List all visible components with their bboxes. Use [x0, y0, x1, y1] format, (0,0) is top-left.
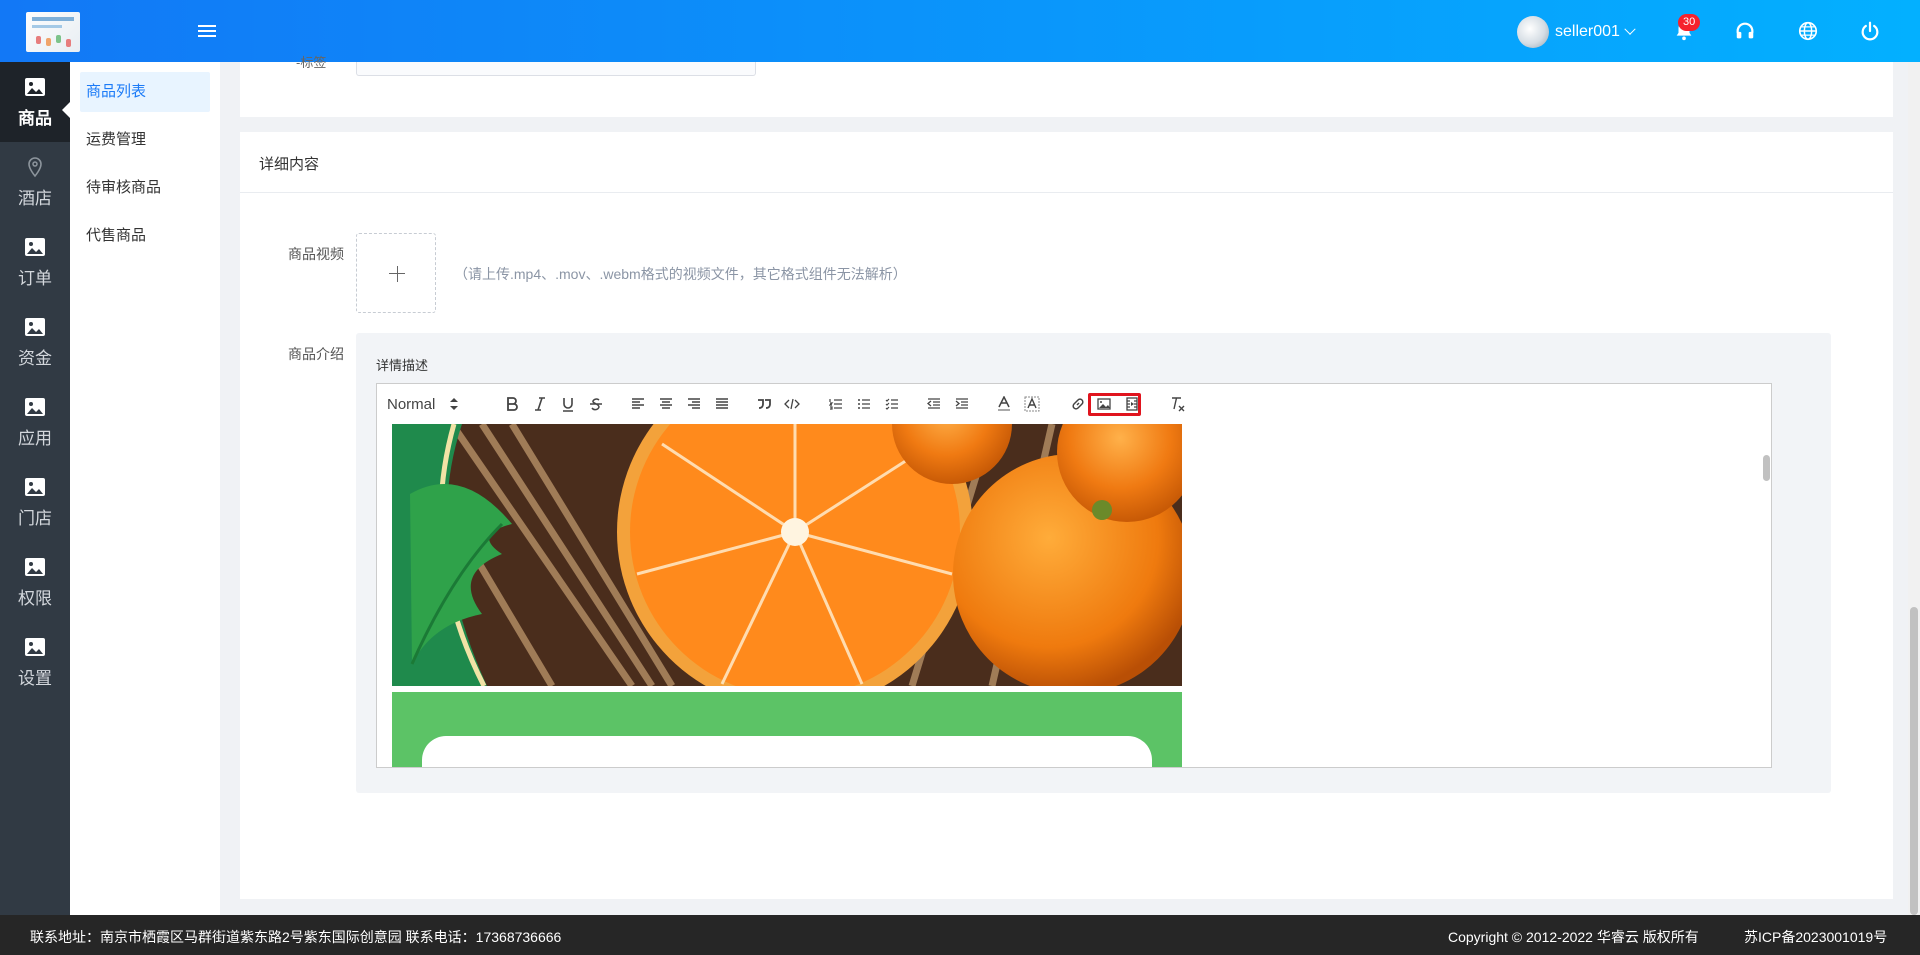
- image-icon: [25, 638, 45, 656]
- image-icon: [25, 78, 45, 96]
- footer: 联系地址：南京市栖霞区马群街道紫东路2号紫东国际创意园 联系电话：1736873…: [0, 915, 1920, 955]
- rail-item-settings[interactable]: 设置: [0, 622, 70, 702]
- video-hint: （请上传.mp4、.mov、.webm格式的视频文件，其它格式组件无法解析）: [454, 266, 907, 282]
- rail-item-permissions[interactable]: 权限: [0, 542, 70, 622]
- footer-icp[interactable]: 苏ICP备2023001019号: [1744, 927, 1887, 947]
- product-description-image: [392, 424, 1182, 767]
- clear-format-icon[interactable]: [1167, 384, 1189, 424]
- align-justify-icon[interactable]: [711, 384, 733, 424]
- rail-item-label: 订单: [18, 269, 52, 288]
- username: seller001: [1555, 23, 1620, 40]
- upper-input-field[interactable]: [356, 62, 756, 76]
- menu-toggle-icon[interactable]: [198, 22, 218, 40]
- top-header: seller001 30: [0, 0, 1920, 62]
- rail-item-apps[interactable]: 应用: [0, 382, 70, 462]
- bullet-list-icon[interactable]: [853, 384, 875, 424]
- underline-icon[interactable]: [557, 384, 579, 424]
- footer-address: 联系地址：南京市栖霞区马群街道紫东路2号紫东国际创意园 联系电话：1736873…: [30, 929, 562, 945]
- headset-icon[interactable]: [1734, 20, 1756, 42]
- submenu-item-consignment[interactable]: 代售商品: [80, 216, 210, 256]
- sub-menu: 商品列表 运费管理 待审核商品 代售商品: [70, 62, 220, 915]
- align-right-icon[interactable]: [683, 384, 705, 424]
- bold-icon[interactable]: [501, 384, 523, 424]
- italic-icon[interactable]: [529, 384, 551, 424]
- submenu-item-shipping[interactable]: 运费管理: [80, 120, 210, 160]
- notification-badge: 30: [1678, 14, 1701, 31]
- section-title: 详细内容: [259, 156, 320, 173]
- editor-toolbar: Normal: [376, 383, 1772, 425]
- video-label: 商品视频: [288, 246, 344, 262]
- align-center-icon[interactable]: [655, 384, 677, 424]
- rail-item-orders[interactable]: 订单: [0, 222, 70, 302]
- section-divider: [240, 192, 1893, 193]
- checklist-icon[interactable]: [881, 384, 903, 424]
- image-icon: [25, 478, 45, 496]
- editor-content-area[interactable]: [376, 424, 1772, 768]
- main-nav-rail: 商品 酒店 订单 资金 应用 门店 权限 设置: [0, 62, 70, 915]
- strike-icon[interactable]: [585, 384, 607, 424]
- rail-item-label: 设置: [18, 669, 52, 688]
- align-left-icon[interactable]: [627, 384, 649, 424]
- submenu-item-goods-list[interactable]: 商品列表: [80, 72, 210, 112]
- format-select[interactable]: Normal: [387, 384, 477, 424]
- media-toolbar-highlight: [1088, 393, 1141, 416]
- image-icon: [25, 238, 45, 256]
- code-block-icon[interactable]: [781, 384, 803, 424]
- format-select-value: Normal: [387, 395, 436, 413]
- image-icon: [25, 558, 45, 576]
- outdent-icon[interactable]: [923, 384, 945, 424]
- link-icon[interactable]: [1067, 384, 1089, 424]
- indent-icon[interactable]: [951, 384, 973, 424]
- image-icon: [25, 398, 45, 416]
- ordered-list-icon[interactable]: [825, 384, 847, 424]
- editor-title: 详情描述: [376, 358, 429, 373]
- user-menu[interactable]: seller001: [1517, 16, 1636, 48]
- rail-item-label: 权限: [18, 589, 52, 608]
- intro-label: 商品介绍: [288, 346, 344, 362]
- video-upload-button[interactable]: [356, 233, 436, 313]
- power-icon[interactable]: [1859, 20, 1881, 42]
- rail-item-label: 应用: [18, 429, 52, 448]
- editor-scrollbar-thumb[interactable]: [1763, 455, 1770, 481]
- select-arrows-icon: [450, 398, 459, 410]
- rail-item-hotel[interactable]: 酒店: [0, 142, 70, 222]
- globe-icon[interactable]: [1797, 20, 1819, 42]
- rail-item-label: 门店: [18, 509, 52, 528]
- font-color-icon[interactable]: [993, 384, 1015, 424]
- rail-item-label: 资金: [18, 349, 52, 368]
- brand-logo[interactable]: [26, 12, 80, 52]
- rail-item-label: 商品: [18, 109, 52, 128]
- blockquote-icon[interactable]: [753, 384, 775, 424]
- avatar: [1517, 16, 1549, 48]
- footer-copyright: Copyright © 2012-2022 华睿云 版权所有: [1448, 929, 1699, 945]
- rail-item-goods[interactable]: 商品: [0, 62, 70, 142]
- background-color-icon[interactable]: [1021, 384, 1043, 424]
- truncated-field-label: -标签: [296, 55, 327, 70]
- page-scrollbar[interactable]: [1908, 62, 1920, 915]
- rail-item-label: 酒店: [18, 189, 52, 208]
- submenu-item-pending-review[interactable]: 待审核商品: [80, 168, 210, 208]
- rail-item-funds[interactable]: 资金: [0, 302, 70, 382]
- image-icon: [25, 318, 45, 336]
- rail-item-stores[interactable]: 门店: [0, 462, 70, 542]
- location-icon: [28, 157, 42, 178]
- chevron-down-icon: [1624, 23, 1636, 35]
